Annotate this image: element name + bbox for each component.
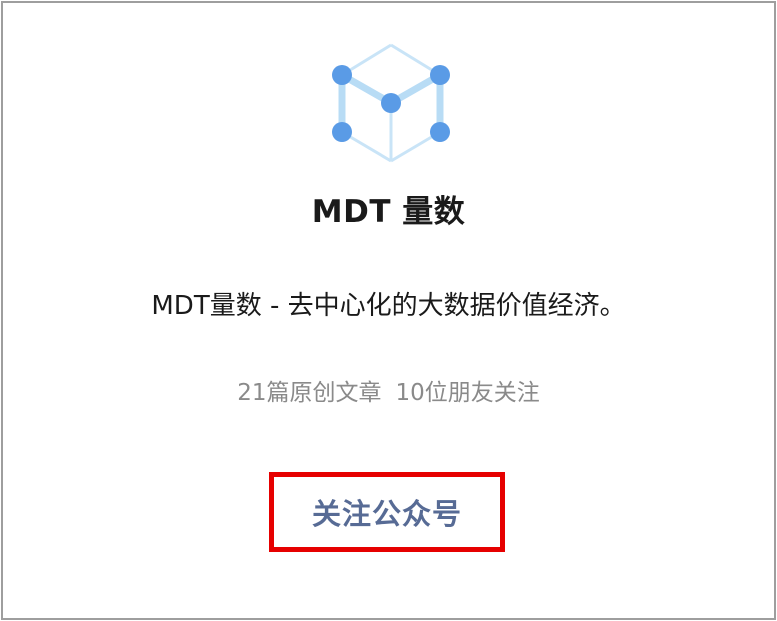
- mdt-cube-icon: [323, 41, 459, 169]
- follower-count: 10位朋友关注: [395, 380, 540, 406]
- account-description: MDT量数 - 去中心化的大数据价值经济。: [151, 291, 626, 321]
- account-name: MDT 量数: [311, 194, 466, 230]
- follow-account-button[interactable]: 关注公众号: [274, 477, 500, 547]
- follow-highlight-box: 关注公众号: [269, 472, 505, 552]
- account-stats: 21篇原创文章 10位朋友关注: [3, 373, 774, 407]
- account-card: MDT 量数 MDT量数 - 去中心化的大数据价值经济。 21篇原创文章 10位朋…: [1, 1, 776, 620]
- article-count: 21篇原创文章: [237, 380, 382, 406]
